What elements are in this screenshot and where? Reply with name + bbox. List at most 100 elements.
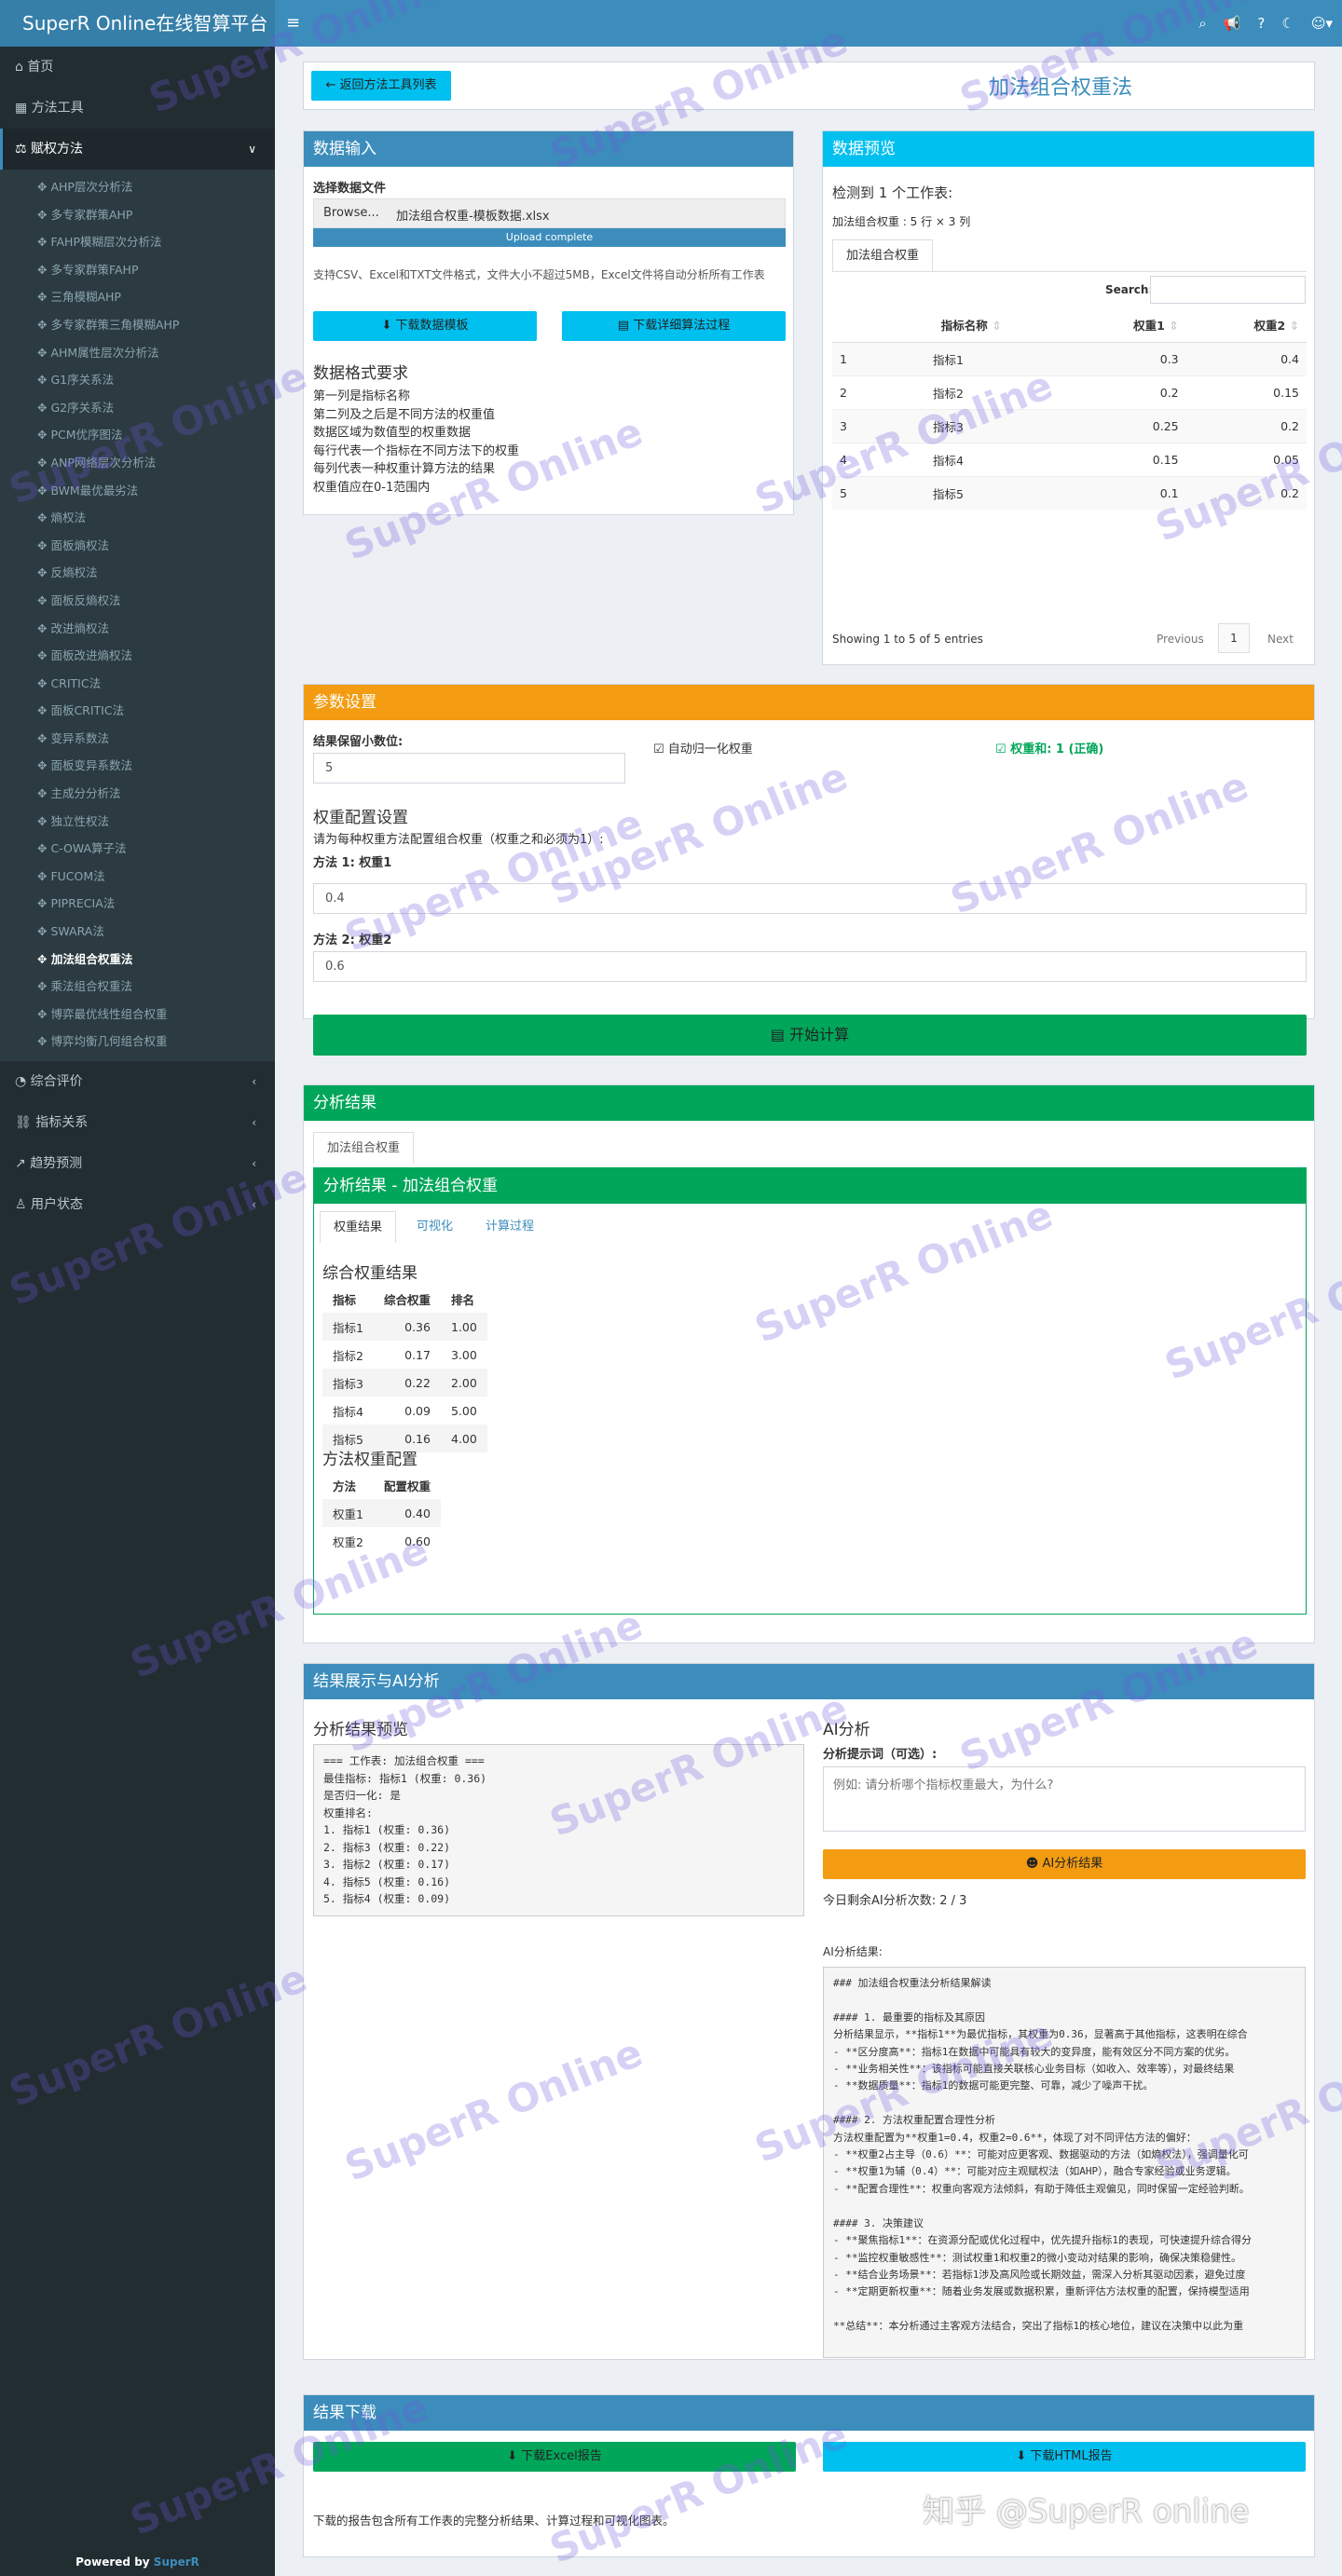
help-icon[interactable]: ?: [1257, 15, 1265, 32]
table-cell: 权重1: [333, 1506, 363, 1521]
search-input[interactable]: [1150, 276, 1306, 304]
download-process-button[interactable]: ▤ 下载详细算法过程: [562, 311, 786, 341]
sidebar-subitem[interactable]: ✥ 面板改进熵权法: [0, 642, 275, 670]
download-html-button[interactable]: ⬇ 下载HTML报告: [823, 2442, 1306, 2472]
page-title: 加法组合权重法: [989, 76, 1133, 100]
column-header[interactable]: 权重2 ⇕: [1186, 308, 1307, 342]
sidebar-subitem[interactable]: ✥ 多专家群策FAHP: [0, 256, 275, 284]
requirement-item: 第二列及之后是不同方法的权重值: [313, 407, 496, 422]
ai-analyze-button[interactable]: ☻ AI分析结果: [823, 1849, 1306, 1879]
sidebar-subitem[interactable]: ✥ G1序关系法: [0, 366, 275, 394]
ai-result-text[interactable]: ### 加法组合权重法分析结果解读 #### 1. 最重要的指标及其原因 分析结…: [823, 1967, 1306, 2358]
sidebar-subitem[interactable]: ✥ 变异系数法: [0, 725, 275, 753]
sidebar-subitem[interactable]: ✥ CRITIC法: [0, 670, 275, 698]
sidebar-subitem[interactable]: ✥ 熵权法: [0, 504, 275, 532]
column-header[interactable]: [832, 308, 877, 342]
decimals-label: 结果保留小数位:: [313, 735, 404, 749]
download-excel-button[interactable]: ⬇ 下载Excel报告: [313, 2442, 796, 2472]
sidebar-subitem[interactable]: ✥ 博弈最优线性组合权重: [0, 1001, 275, 1029]
sidebar-subitem[interactable]: ✥ FAHP模糊层次分析法: [0, 228, 275, 256]
results-header: 分析结果: [304, 1085, 1314, 1121]
table-cell: 5: [840, 485, 847, 500]
users-icon[interactable]: ☺▾: [1311, 15, 1333, 32]
sidebar-subitem[interactable]: ✥ 三角模糊AHP: [0, 283, 275, 311]
column-header[interactable]: 指标名称 ⇕: [877, 308, 1065, 342]
next-button[interactable]: Next: [1267, 633, 1294, 646]
sidebar-subitem[interactable]: ✥ 乘法组合权重法: [0, 973, 275, 1001]
preview-title: 分析结果预览: [313, 1721, 408, 1739]
sidebar-subitem[interactable]: ✥ 改进熵权法: [0, 615, 275, 643]
browse-button[interactable]: Browse...: [323, 206, 379, 220]
sidebar-subitem[interactable]: ✥ 面板变异系数法: [0, 752, 275, 780]
sidebar-item-tools[interactable]: ▦ 方法工具: [0, 88, 275, 129]
sidebar-item-user[interactable]: ♙ 用户状态 ‹: [0, 1184, 275, 1225]
sidebar-subitem[interactable]: ✥ AHP层次分析法: [0, 173, 275, 201]
bullhorn-icon[interactable]: 📢: [1224, 15, 1241, 32]
table-cell: 指标5: [933, 486, 964, 501]
ai-box: 结果展示与AI分析 分析结果预览 === 工作表: 加法组合权重 === 最佳指…: [303, 1663, 1315, 2360]
auto-normalize-checkbox[interactable]: ☑ 自动归一化权重: [653, 739, 753, 756]
file-input[interactable]: Browse... 加法组合权重-模板数据.xlsx: [313, 198, 786, 228]
header-box: ← 返回方法工具列表 加法组合权重法: [303, 61, 1315, 110]
remaining-count: 今日剩余AI分析次数: 2 / 3: [823, 1894, 967, 1908]
ai-title: AI分析: [823, 1721, 870, 1739]
table-row: 指标1 0.36 1.00: [322, 1313, 487, 1341]
menu-toggle-icon[interactable]: ≡: [286, 0, 300, 47]
sidebar-subitem[interactable]: ✥ G2序关系法: [0, 394, 275, 422]
sidebar-subitem[interactable]: ✥ 主成分分析法: [0, 780, 275, 808]
table-cell: 0.05: [1273, 452, 1299, 467]
sidebar-subitem[interactable]: ✥ 面板反熵权法: [0, 587, 275, 615]
support-text: 支持CSV、Excel和TXT文件格式，文件大小不超过5MB，Excel文件将自…: [313, 268, 765, 281]
app-logo[interactable]: SuperR Online在线智算平台: [0, 0, 275, 47]
zhihu-watermark: 知乎 @SuperR online: [923, 2493, 1250, 2530]
previous-button[interactable]: Previous: [1157, 633, 1204, 646]
data-input-box: 数据输入 选择数据文件 Browse... 加法组合权重-模板数据.xlsx U…: [303, 130, 794, 515]
sidebar-subitem[interactable]: ✥ BWM最优最劣法: [0, 477, 275, 505]
sidebar-subitem[interactable]: ✥ ANP网络层次分析法: [0, 449, 275, 477]
column-header: 排名: [450, 1292, 474, 1307]
sidebar-subitem[interactable]: ✥ 多专家群策三角模糊AHP: [0, 311, 275, 339]
back-button[interactable]: ← 返回方法工具列表: [311, 71, 451, 101]
search-icon[interactable]: ⌕: [1198, 15, 1206, 32]
sidebar-subitem[interactable]: ✥ SWARA法: [0, 918, 275, 946]
sidebar-subitem[interactable]: ✥ 面板熵权法: [0, 532, 275, 560]
decimals-input[interactable]: 5: [313, 753, 625, 784]
sidebar-subitem[interactable]: ✥ PCM优序图法: [0, 421, 275, 449]
sidebar-subitem[interactable]: ✥ 独立性权法: [0, 808, 275, 836]
download-template-button[interactable]: ⬇ 下载数据模板: [313, 311, 537, 341]
moon-icon[interactable]: ☾: [1281, 15, 1294, 32]
requirement-item: 每列代表一种权重计算方法的结果: [313, 462, 496, 476]
sidebar-subitem[interactable]: ✥ FUCOM法: [0, 863, 275, 891]
sidebar-subitem[interactable]: ✥ 反熵权法: [0, 559, 275, 587]
sidebar-item-eval[interactable]: ◔ 综合评价 ‹: [0, 1061, 275, 1102]
sidebar-subitem[interactable]: ✥ 多专家群策AHP: [0, 201, 275, 229]
method2-weight-input[interactable]: 0.6: [313, 951, 1307, 982]
powered-by: Powered by SuperR: [75, 2556, 199, 2569]
tab-sheet[interactable]: 加法组合权重: [832, 239, 934, 271]
sidebar-subitem[interactable]: ✥ PIPRECIA法: [0, 890, 275, 918]
sidebar-subitem[interactable]: ✥ 面板CRITIC法: [0, 697, 275, 725]
table-cell: 指标3: [333, 1376, 363, 1391]
table-row: 2 指标2 0.2 0.15: [832, 375, 1307, 409]
powered-brand-link[interactable]: SuperR: [154, 2556, 199, 2569]
tab-weight-results[interactable]: 权重结果: [320, 1211, 397, 1243]
start-calc-button[interactable]: ▤ 开始计算: [313, 1015, 1307, 1056]
sidebar-subitem[interactable]: ✥ C-OWA算子法: [0, 835, 275, 863]
method1-weight-input[interactable]: 0.4: [313, 883, 1307, 914]
column-header[interactable]: 权重1 ⇕: [1065, 308, 1185, 342]
tab-visualization[interactable]: 可视化: [404, 1211, 466, 1243]
sidebar-subitem[interactable]: ✥ 博弈均衡几何组合权重: [0, 1028, 275, 1056]
sidebar-subitem[interactable]: ✥ 加法组合权重法: [0, 946, 275, 974]
sidebar-item-trend[interactable]: ↗ 趋势预测 ‹: [0, 1143, 275, 1184]
tab-calc-process[interactable]: 计算过程: [472, 1211, 547, 1243]
comb-weight-table: 指标 综合权重 排名 指标1 0.36 1.00 指标2 0.17 3.00 指标3 0.22 2.0…: [322, 1285, 487, 1452]
tab-outer-sheet[interactable]: 加法组合权重: [313, 1132, 415, 1164]
data-preview-header: 数据预览: [823, 131, 1314, 167]
prompt-textarea[interactable]: [823, 1766, 1306, 1832]
sidebar-item-relation[interactable]: ⛓ 指标关系 ‹: [0, 1102, 275, 1143]
page-1-button[interactable]: 1: [1218, 623, 1250, 653]
sidebar-item-home[interactable]: ⌂ 首页: [0, 47, 275, 88]
sidebar-subitem[interactable]: ✥ AHM属性层次分析法: [0, 339, 275, 367]
sidebar-item-weighting[interactable]: ⚖ 赋权方法 ∨: [0, 129, 275, 170]
file-name: 加法组合权重-模板数据.xlsx: [396, 210, 550, 224]
